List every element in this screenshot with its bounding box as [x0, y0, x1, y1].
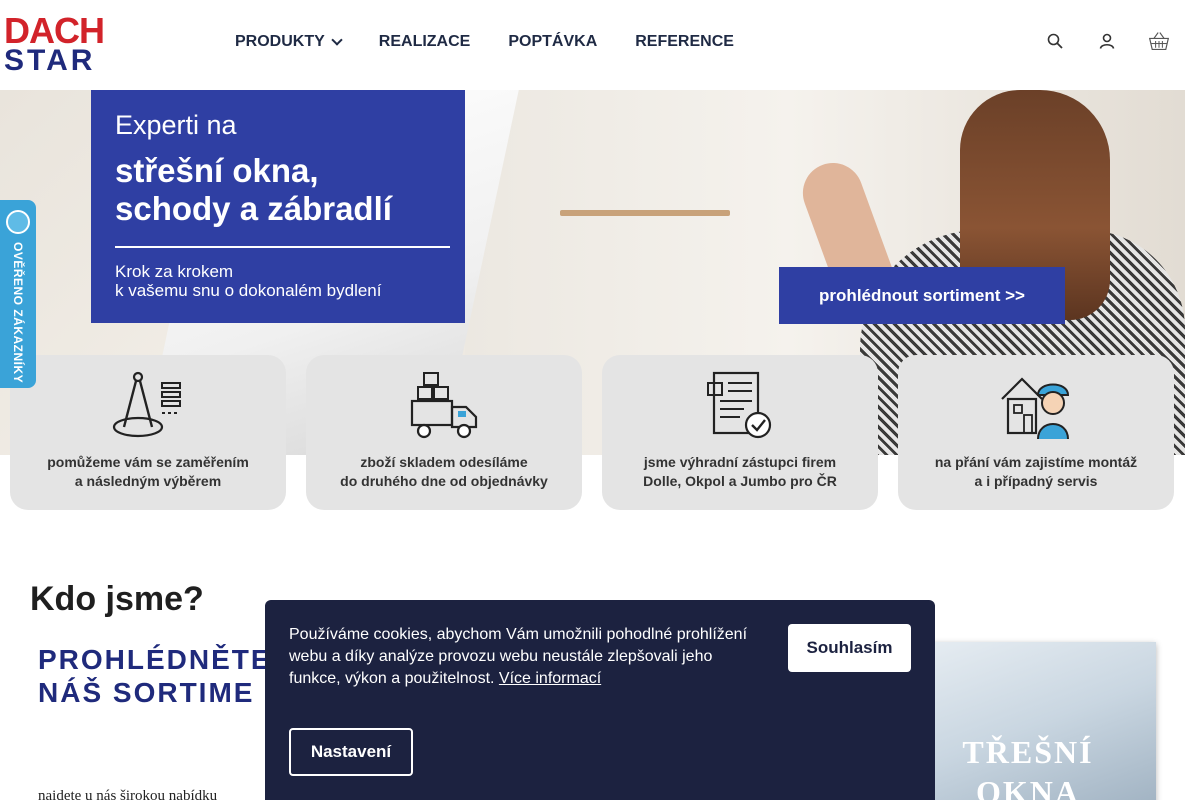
hero-shelf	[560, 210, 730, 216]
assortment-text: naidete u nás širokou nabídku	[38, 788, 218, 800]
nav-item-realizace[interactable]: REALIZACE	[379, 33, 471, 51]
cookie-consent-dialog: Používáme cookies, abychom Vám umožnili …	[265, 600, 935, 800]
search-icon[interactable]	[1044, 30, 1066, 52]
about-heading: Kdo jsme?	[30, 580, 204, 618]
feature-card-text: zboží skladem odesíláme do druhého dne o…	[340, 454, 548, 489]
dachstar-logo[interactable]: DACH STAR	[4, 10, 122, 77]
cookie-text-block: Používáme cookies, abychom Vám umožnili …	[289, 624, 759, 690]
promo-divider	[115, 246, 450, 248]
feature-cards: pomůžeme vám se zaměřením a následným vý…	[10, 355, 1174, 510]
chevron-down-icon	[331, 34, 343, 46]
feature-card-text: pomůžeme vám se zaměřením a následným vý…	[47, 454, 249, 489]
worker-house-icon	[1001, 377, 1070, 440]
nav-item-poptavka[interactable]: POPTÁVKA	[508, 33, 597, 51]
feature-card: na přání vám zajistíme montáž a i případ…	[898, 355, 1174, 510]
verified-seal-icon	[6, 210, 30, 234]
promo-kicker: Experti na	[115, 110, 237, 140]
nav-item-reference[interactable]: REFERENCE	[635, 33, 734, 51]
feature-card: zboží skladem odesíláme do druhého dne o…	[306, 355, 582, 510]
measuring-compass-icon	[112, 371, 181, 438]
logo-bottom-text: STAR	[4, 44, 96, 77]
feature-card-text: jsme výhradní zástupci firem Dolle, Okpo…	[643, 454, 837, 489]
verified-by-customers-badge[interactable]: OVĚŘENO ZÁKAZNÍKY	[0, 200, 36, 388]
settings-button[interactable]: Nastavení	[289, 728, 413, 776]
page: DACH STAR PRODUKTY REALIZACE POPTÁVKA RE…	[0, 0, 1200, 800]
nav-item-label: POPTÁVKA	[508, 33, 598, 50]
logo-top-text: DACH	[4, 10, 105, 51]
feature-card: pomůžeme vám se zaměřením a následným vý…	[10, 355, 286, 510]
promo-subline: Krok za krokem k vašemu snu o dokonalém …	[115, 262, 382, 300]
feature-card-text: na přání vám zajistíme montáž a i případ…	[934, 454, 1138, 489]
browse-assortment-button[interactable]: prohlédnout sortiment >>	[779, 267, 1065, 324]
assortment-title[interactable]: PROHLÉDNĚTE NÁŠ SORTIME	[38, 643, 272, 709]
site-header: DACH STAR PRODUKTY REALIZACE POPTÁVKA RE…	[0, 0, 1185, 90]
promo-headline: střešní okna, schody a zábradlí	[115, 152, 392, 227]
user-icon[interactable]	[1096, 30, 1118, 52]
certificate-document-icon	[707, 371, 772, 439]
delivery-truck-icon	[410, 372, 478, 439]
basket-icon[interactable]	[1148, 30, 1170, 52]
header-icons	[1044, 30, 1170, 52]
feature-card: jsme výhradní zástupci firem Dolle, Okpo…	[602, 355, 878, 510]
main-nav: PRODUKTY REALIZACE POPTÁVKA REFERENCE	[235, 33, 772, 51]
more-info-link[interactable]: Více informací	[499, 670, 601, 687]
nav-item-produkty[interactable]: PRODUKTY	[235, 33, 343, 51]
hero-promo-box: Experti na střešní okna, schody a zábrad…	[91, 90, 465, 323]
badge-label: OVĚŘENO ZÁKAZNÍKY	[11, 242, 25, 384]
agree-button[interactable]: Souhlasím	[788, 624, 911, 672]
nav-item-label: REFERENCE	[635, 33, 734, 50]
roof-windows-tile[interactable]: TŘEŠNÍ OKNA	[900, 642, 1156, 800]
nav-item-label: REALIZACE	[378, 33, 471, 50]
nav-item-label: PRODUKTY	[235, 33, 325, 50]
tile-title: TŘEŠNÍ OKNA	[962, 734, 1094, 800]
